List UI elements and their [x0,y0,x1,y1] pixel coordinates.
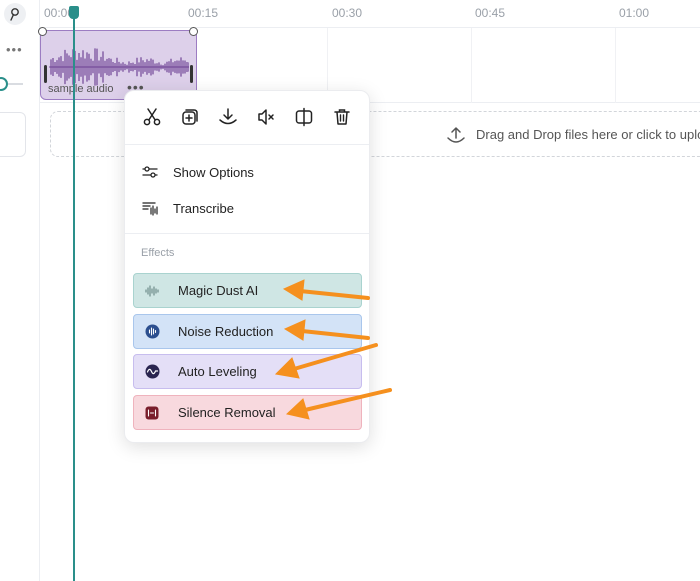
transcribe-icon [141,199,159,217]
clip-trim-start-handle[interactable] [38,27,47,36]
download-button[interactable] [217,106,239,128]
clip-name: sample audio [48,83,114,95]
clip-left-edge[interactable] [44,65,47,83]
clip-right-edge[interactable] [190,65,193,83]
track-controls-column: ••• [0,0,40,581]
waveform-sparkle-icon [144,283,160,299]
duplicate-button[interactable] [179,106,201,128]
track-more-menu[interactable]: ••• [6,42,23,57]
effect-auto-leveling[interactable]: Auto Leveling [133,354,362,389]
split-view-icon [295,107,313,127]
effect-label: Noise Reduction [178,324,274,339]
grid-line [615,28,616,103]
ruler-tick: 00:15 [188,6,219,20]
playhead-handle[interactable] [69,6,79,19]
clip-action-toolbar [125,91,369,145]
effect-label: Silence Removal [178,405,276,420]
show-options-item[interactable]: Show Options [139,157,359,187]
drop-zone-text: Drag and Drop files here or click to upl… [476,127,700,142]
duplicate-icon [182,109,198,125]
show-options-label: Show Options [173,164,254,180]
effect-label: Auto Leveling [178,364,257,379]
pin-button[interactable] [4,3,26,25]
effect-silence-removal[interactable]: Silence Removal [133,395,362,430]
menu-divider [125,233,369,234]
trash-icon [334,109,350,125]
auto-leveling-icon [144,364,160,380]
volume-slider-handle[interactable] [0,77,8,91]
ruler-tick: 01:00 [619,6,650,20]
ruler-tick: 00:45 [475,6,506,20]
clip-trim-end-handle[interactable] [189,27,198,36]
download-icon [219,108,237,125]
split-button[interactable] [141,106,163,128]
mute-button[interactable] [255,106,277,128]
transcribe-label: Transcribe [173,200,234,216]
delete-button[interactable] [331,106,353,128]
upload-icon [447,127,465,143]
ruler-tick: 00:30 [332,6,363,20]
effect-label: Magic Dust AI [178,283,259,298]
effect-magic-dust-ai[interactable]: Magic Dust AI [133,273,362,308]
mute-icon [258,109,274,125]
pin-icon [10,8,19,21]
volume-slider-track[interactable] [8,83,23,85]
silence-removal-icon [144,405,160,421]
effects-section-title: Effects [141,247,175,259]
playhead-line [73,10,75,581]
track-thumbnail [0,112,26,157]
noise-reduction-icon [144,324,160,340]
effect-noise-reduction[interactable]: Noise Reduction [133,314,362,349]
grid-line [471,28,472,103]
timeline-ruler[interactable]: 00:00 00:15 00:30 00:45 01:00 [40,0,700,28]
sliders-icon [141,163,159,181]
transcribe-item[interactable]: Transcribe [139,193,359,223]
clip-context-menu: Show Options Transcribe Effects Magic Du… [124,90,370,443]
scissors-icon [143,108,161,126]
detach-button[interactable] [293,106,315,128]
